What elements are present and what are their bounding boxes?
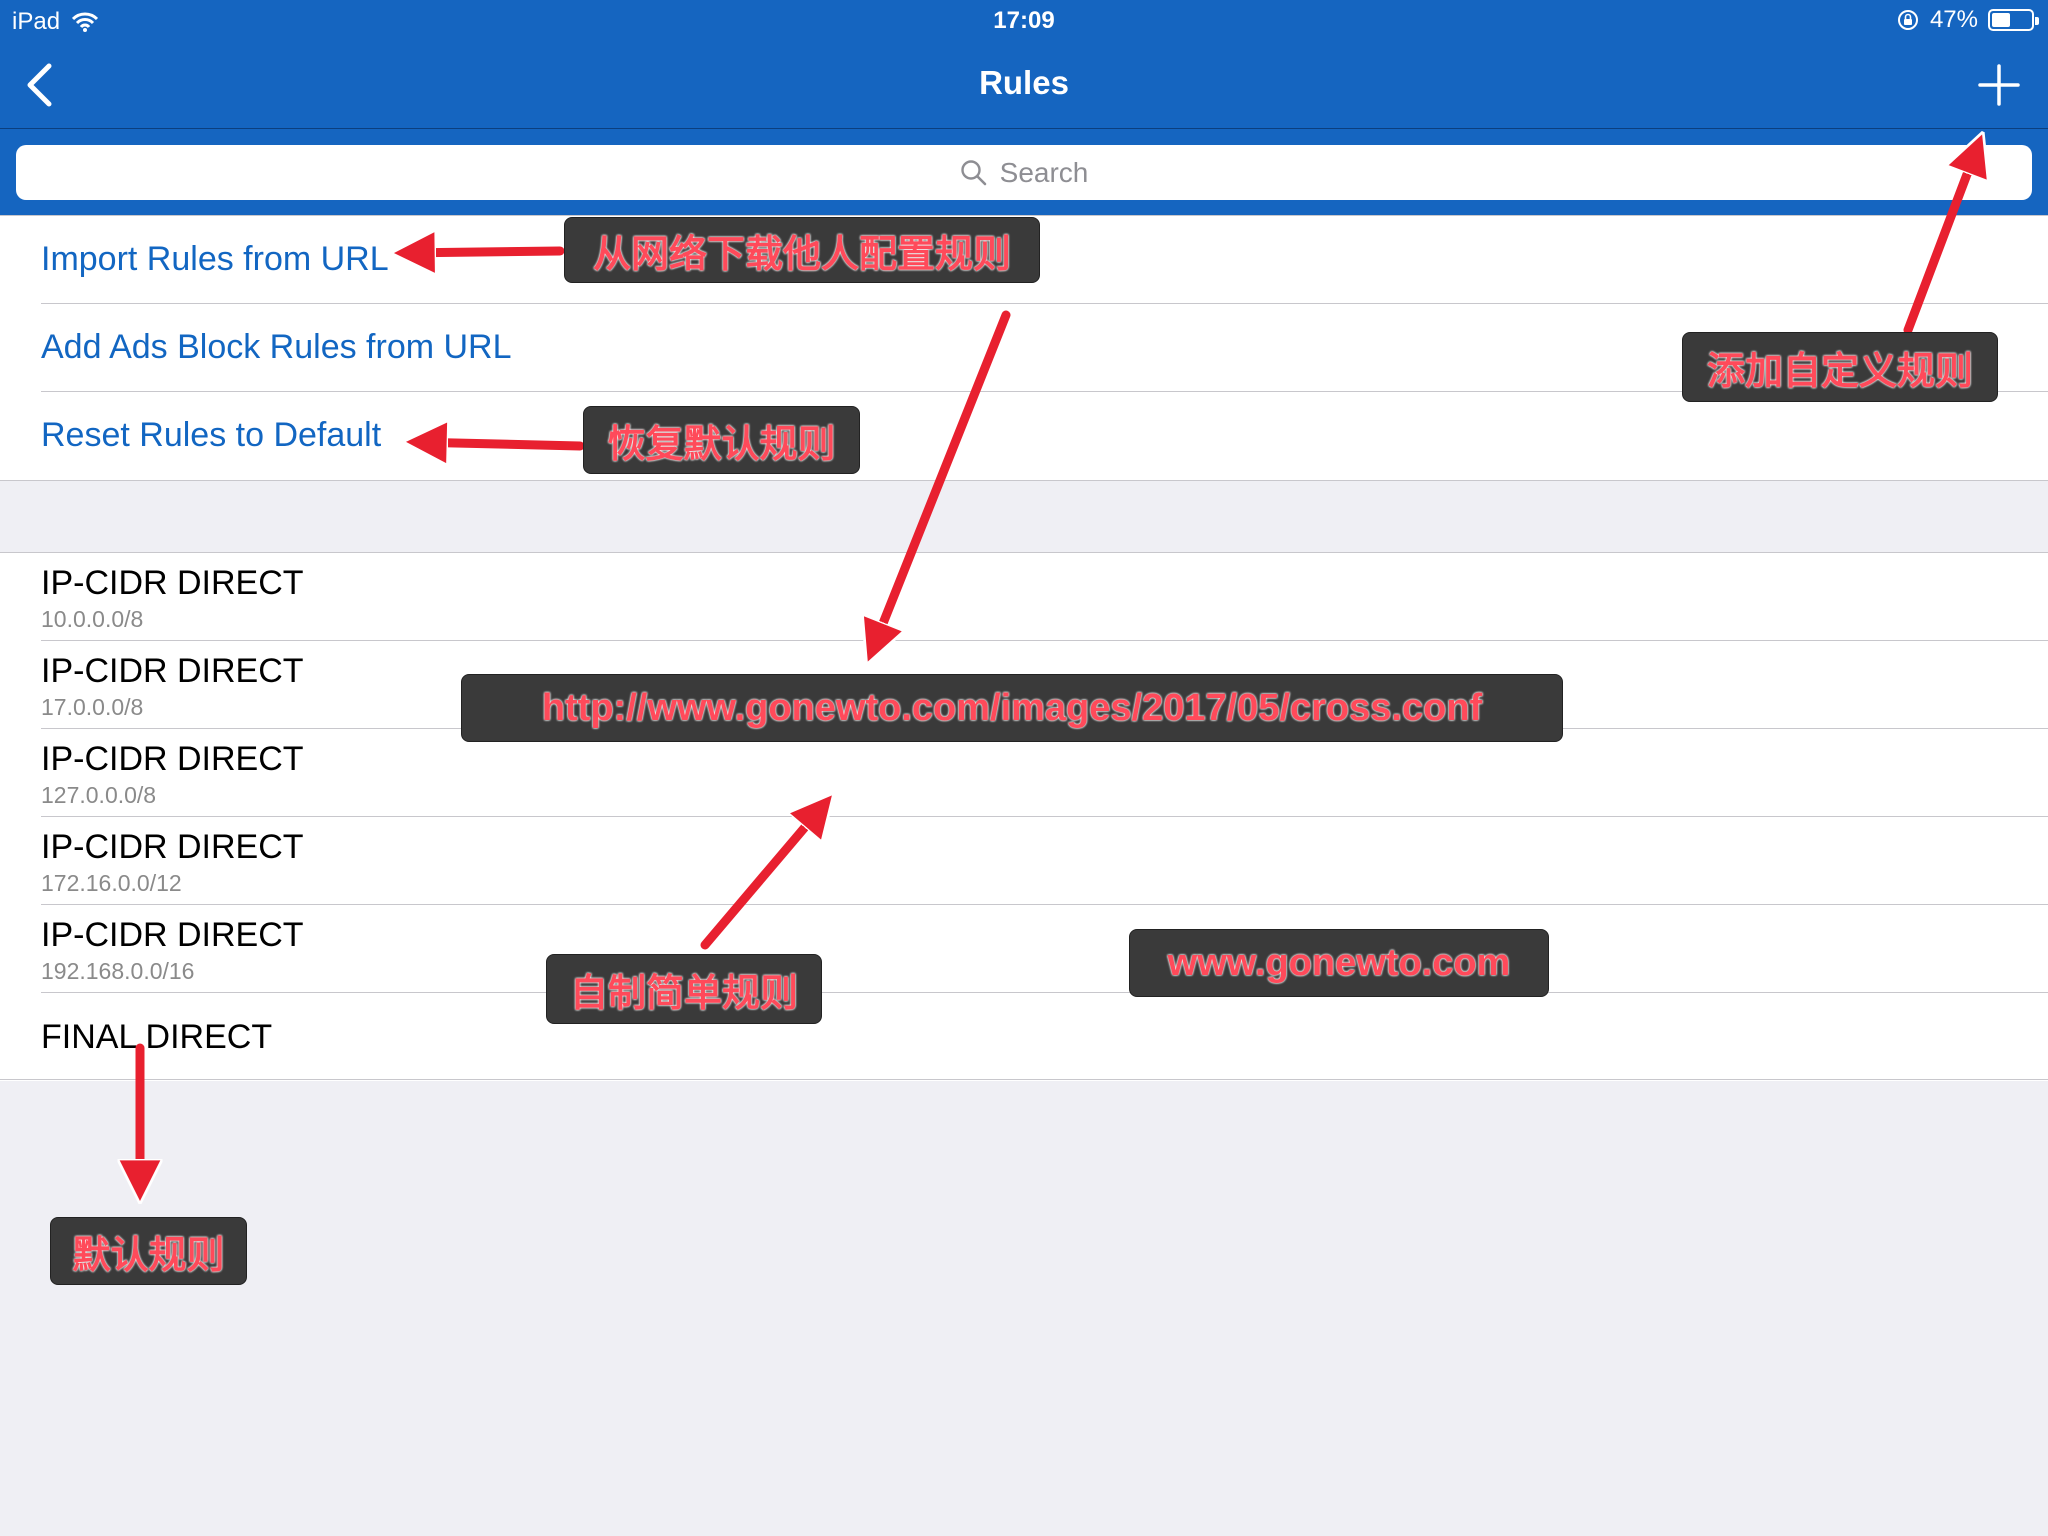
- search-input[interactable]: Search: [16, 145, 2032, 200]
- rules-list: IP-CIDR DIRECT 10.0.0.0/8 IP-CIDR DIRECT…: [0, 553, 2048, 1081]
- annotation-default: 默认规则: [50, 1217, 247, 1285]
- battery-fill: [1992, 13, 2010, 27]
- final-rule-type: FINAL DIRECT: [41, 1018, 273, 1056]
- divider: [0, 1079, 2048, 1080]
- battery-icon: [1988, 9, 2039, 31]
- annotation-reset: 恢复默认规则: [583, 406, 860, 474]
- reset-rules-link[interactable]: Reset Rules to Default: [41, 416, 381, 455]
- rule-type: IP-CIDR DIRECT: [41, 828, 304, 866]
- rule-row[interactable]: IP-CIDR DIRECT 10.0.0.0/8: [0, 553, 2048, 641]
- rule-type: IP-CIDR DIRECT: [41, 740, 304, 778]
- annotation-self-made: 自制简单规则: [546, 954, 822, 1024]
- navigation-bar: Rules: [0, 42, 2048, 129]
- reset-rules-row[interactable]: Reset Rules to Default: [0, 392, 2048, 480]
- rotation-lock-icon: [1897, 10, 1918, 30]
- annotation-url: http://www.gonewto.com/images/2017/05/cr…: [461, 674, 1563, 742]
- battery-percent: 47%: [1929, 6, 1978, 33]
- search-bar: Search: [0, 129, 2048, 215]
- status-bar: iPad 17:09 47%: [0, 0, 2048, 42]
- annotation-watermark: www.gonewto.com: [1129, 929, 1549, 997]
- rule-value: 127.0.0.0/8: [41, 782, 157, 808]
- rule-row[interactable]: IP-CIDR DIRECT 127.0.0.0/8: [0, 729, 2048, 817]
- import-rules-link[interactable]: Import Rules from URL: [41, 240, 389, 279]
- rule-row[interactable]: IP-CIDR DIRECT 172.16.0.0/12: [0, 817, 2048, 905]
- rule-row[interactable]: IP-CIDR DIRECT 192.168.0.0/16: [0, 905, 2048, 993]
- rule-value: 17.0.0.0/8: [41, 694, 144, 720]
- page-title: Rules: [979, 64, 1069, 101]
- annotation-add-custom: 添加自定义规则: [1682, 332, 1998, 402]
- rule-type: IP-CIDR DIRECT: [41, 652, 304, 690]
- rule-type: IP-CIDR DIRECT: [41, 564, 304, 602]
- final-rule-row[interactable]: FINAL DIRECT: [0, 993, 2048, 1081]
- rule-value: 10.0.0.0/8: [41, 606, 144, 632]
- search-placeholder: Search: [999, 156, 1089, 188]
- rule-type: IP-CIDR DIRECT: [41, 916, 304, 954]
- annotation-import: 从网络下载他人配置规则: [564, 217, 1040, 283]
- rule-value: 172.16.0.0/12: [41, 870, 182, 896]
- search-icon: [960, 159, 986, 185]
- status-time: 17:09: [993, 7, 1055, 34]
- plus-icon[interactable]: [1976, 62, 2022, 108]
- divider: [0, 480, 2048, 481]
- rule-value: 192.168.0.0/16: [41, 958, 195, 984]
- add-ads-block-link[interactable]: Add Ads Block Rules from URL: [41, 328, 512, 367]
